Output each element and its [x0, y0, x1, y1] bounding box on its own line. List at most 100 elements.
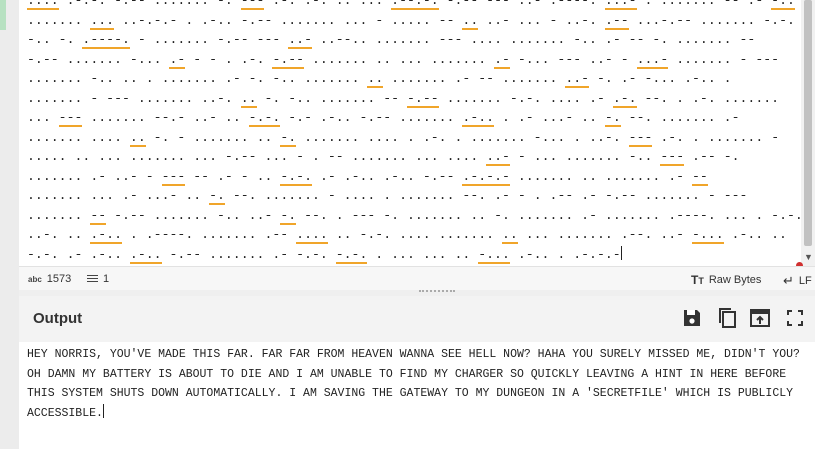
morse-token: .-..	[201, 12, 233, 28]
morse-token: .......	[27, 207, 83, 223]
splitter-grip[interactable]	[419, 290, 455, 294]
morse-token: .....	[391, 12, 431, 28]
morse-token: --	[90, 207, 107, 225]
morse-token: ...	[90, 12, 115, 30]
maximise-output-button[interactable]	[782, 305, 808, 331]
morse-token: ..	[581, 168, 597, 184]
morse-token: ....	[549, 90, 582, 106]
morse-token: ...	[27, 110, 51, 125]
morse-token: --	[327, 149, 344, 164]
morse-token: .-.	[272, 0, 297, 8]
morse-token: .	[383, 188, 392, 203]
morse-token: .......	[557, 227, 613, 242]
morse-token: -.	[216, 0, 233, 8]
morse-token: -..	[573, 32, 597, 47]
morse-token: .-	[494, 51, 510, 69]
morse-token: -	[327, 188, 336, 203]
encoding-selector[interactable]: TT Raw Bytes	[691, 273, 761, 287]
input-editor[interactable]: .... .-.-. -.-- ....... -. --- .-. .-. .…	[19, 0, 801, 266]
morse-token: -.	[723, 149, 740, 164]
morse-token: ---	[723, 188, 748, 203]
morse-token: .......	[153, 32, 210, 47]
morse-token: .	[185, 12, 194, 28]
input-scrollbar[interactable]: ▼	[801, 0, 815, 266]
morse-token: --	[193, 168, 210, 184]
morse-token: -.-.	[296, 246, 328, 262]
morse-token: .-..	[319, 110, 352, 125]
morse-token: -.-.	[771, 207, 801, 223]
morse-token: -	[209, 51, 217, 67]
morse-token: ..	[335, 0, 352, 8]
output-text[interactable]: HEY NORRIS, YOU'VE MADE THIS FAR. FAR FA…	[19, 342, 807, 423]
morse-token: .......	[604, 168, 661, 184]
input-line: ....... - --- ....... ..-. .. -. -.. ...…	[27, 90, 779, 108]
morse-token: .-.	[660, 129, 685, 145]
input-cursor	[620, 245, 622, 260]
input-line: -.-. .- .-.. .-.. -.-- ....... .- -.-. -…	[27, 246, 621, 264]
morse-token: .	[335, 207, 344, 223]
input-line: ... --- ....... --.- ..- .. -.-. -.- .-.…	[27, 110, 739, 127]
input-line: ....... -- -.-- ....... -.. ..- -. --. .…	[27, 207, 801, 225]
input-line: ..... .. ... ....... ... -.-- ... - . --…	[27, 149, 740, 166]
save-output-button[interactable]	[679, 305, 705, 331]
scrollbar-thumb[interactable]	[804, 0, 812, 246]
morse-token: .--	[604, 12, 629, 30]
morse-token: ..	[470, 207, 487, 223]
morse-token: -	[620, 51, 629, 67]
morse-token: ---	[58, 110, 83, 127]
morse-token: .......	[27, 12, 83, 28]
morse-token: ..-	[486, 12, 510, 28]
morse-token: .----.	[82, 32, 130, 49]
morse-token: --	[723, 0, 740, 8]
morse-token: .-..	[684, 71, 716, 86]
morse-token: -	[375, 12, 384, 28]
input-line: ..-. .. .-.. . .----. ....... .-- .... .…	[27, 227, 787, 244]
morse-token: .....	[27, 149, 67, 164]
input-line: .... .-.-. -.-- ....... -. --- .-. .-. .…	[27, 0, 801, 10]
chars-icon: abc	[28, 274, 42, 284]
morse-token: ...	[264, 149, 289, 164]
morse-token: .......	[399, 110, 455, 125]
morse-token: -.-.	[359, 227, 392, 242]
morse-token: ..-	[114, 168, 138, 184]
morse-token: .	[312, 149, 320, 164]
morse-token: .----.	[668, 207, 716, 223]
replace-input-button[interactable]	[747, 305, 773, 331]
morse-token: .......	[517, 207, 574, 223]
copy-output-button[interactable]	[714, 305, 740, 331]
morse-token: -.--	[224, 149, 257, 164]
morse-token: ....	[296, 227, 328, 244]
morse-token: -	[177, 129, 186, 145]
morse-token: -..	[27, 32, 51, 47]
morse-token: --	[739, 32, 756, 47]
morse-token: -.--	[604, 188, 637, 203]
morse-token: -...	[478, 246, 510, 264]
eol-selector[interactable]: ↵ LF	[783, 273, 812, 289]
morse-token: ..	[129, 129, 146, 147]
output-panel[interactable]: HEY NORRIS, YOU'VE MADE THIS FAR. FAR FA…	[19, 342, 815, 449]
morse-token: -.	[383, 207, 400, 223]
morse-token: .......	[201, 227, 257, 242]
morse-token: .......	[707, 129, 764, 145]
morse-token: -.-.	[248, 110, 281, 127]
morse-token: .-	[581, 207, 597, 223]
morse-token: ..	[462, 12, 479, 30]
morse-token: -.--	[272, 51, 305, 69]
return-arrow-icon: ↵	[783, 273, 794, 288]
input-text[interactable]: .... .-.-. -.-- ....... -. --- .-. .-. .…	[19, 0, 801, 264]
morse-token: ---	[628, 129, 653, 147]
morse-token: -	[707, 188, 716, 203]
morse-token: -	[296, 149, 305, 164]
morse-token: -.	[209, 188, 225, 205]
morse-token: .-	[620, 71, 637, 86]
morse-token: .......	[391, 71, 447, 86]
morse-token: .	[755, 207, 764, 223]
morse-token: .	[129, 227, 138, 242]
morse-token: .-..	[462, 110, 495, 127]
morse-token: -...	[129, 51, 162, 67]
morse-token: -.--	[217, 32, 249, 47]
scroll-down-arrow-icon[interactable]: ▼	[804, 252, 813, 262]
morse-token: .......	[676, 32, 732, 47]
morse-token: .--	[692, 149, 716, 164]
morse-token: .-	[122, 188, 138, 203]
